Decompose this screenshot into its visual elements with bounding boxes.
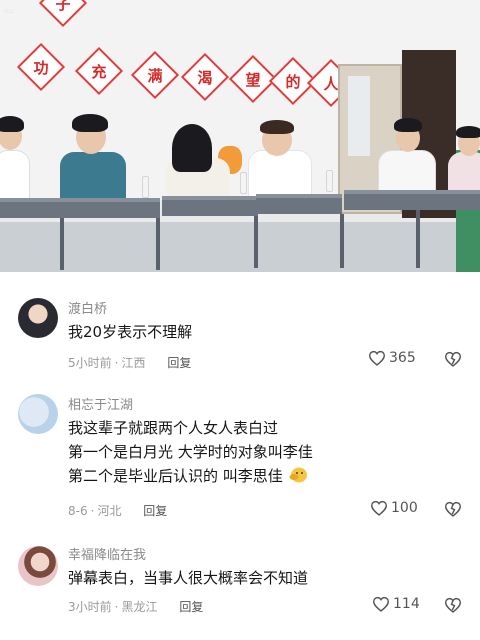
comment-section: 渡白桥 我20岁表示不理解 5小时前 · 江西 回复 365 相忘于江湖 我这辈子就… — [0, 272, 480, 640]
like-count: 114 — [393, 596, 420, 612]
comment-line: 弹幕表白，当事人很大概率会不知道 — [68, 569, 309, 587]
like-button[interactable]: 100 — [370, 500, 418, 516]
comment-text[interactable]: 我这辈子就跟两个人女人表白过 第一个是白月光 大学时的对象叫李佳 第二个是毕业后… — [68, 416, 313, 488]
comment-line: 第二个是毕业后认识的 叫李思佳 — [68, 464, 313, 488]
user-avatar[interactable] — [18, 546, 58, 586]
comment-location: 河北 — [97, 504, 122, 518]
like-button[interactable]: 365 — [368, 350, 416, 366]
comment-meta: 3小时前 · 黑龙江 回复 — [68, 600, 204, 614]
heart-outline-icon — [372, 596, 390, 612]
desk — [162, 196, 258, 216]
comment-text[interactable]: 弹幕表白，当事人很大概率会不知道 — [68, 566, 308, 590]
comment-line: 我这辈子就跟两个人女人表白过 — [68, 419, 279, 437]
desk-leg — [416, 210, 420, 268]
desk-leg — [60, 218, 64, 270]
desk-leg — [254, 216, 258, 268]
water-bottle — [326, 170, 333, 192]
user-avatar[interactable] — [18, 394, 58, 434]
comment-line-text: 第二个是毕业后认识的 叫李思佳 — [68, 467, 283, 485]
comment-location: 黑龙江 — [121, 600, 158, 614]
comment-time: 8-6 — [68, 504, 88, 518]
comment-line: 我20岁表示不理解 — [68, 323, 193, 341]
door-window — [348, 76, 370, 156]
comment-text[interactable]: 我20岁表示不理解 — [68, 320, 192, 344]
comment-meta: 8-6 · 河北 回复 — [68, 504, 168, 518]
desk — [0, 198, 160, 218]
thinking-face-emoji — [289, 467, 307, 483]
slogan-char: 功 — [33, 58, 49, 77]
slogan-char: 望 — [245, 70, 261, 89]
heart-outline-icon — [368, 350, 386, 366]
comment-location: 江西 — [121, 356, 146, 370]
water-bottle — [142, 176, 149, 198]
desk-leg — [156, 218, 160, 270]
comment-meta: 5小时前 · 江西 回复 — [68, 356, 192, 370]
comment-time: 5小时前 — [68, 356, 112, 370]
like-count: 365 — [389, 350, 416, 366]
broken-heart-icon[interactable] — [444, 351, 462, 367]
reply-button[interactable]: 回复 — [179, 600, 203, 614]
broken-heart-icon[interactable] — [444, 597, 462, 613]
like-count: 100 — [391, 500, 418, 516]
comment-time: 3小时前 — [68, 600, 112, 614]
desk-leg — [340, 214, 344, 268]
video-watermark: ... — [4, 4, 14, 15]
heart-outline-icon — [370, 500, 388, 516]
slogan-char: 渴 — [197, 68, 213, 87]
user-avatar[interactable] — [18, 298, 58, 338]
classroom-floor — [0, 222, 480, 272]
video-frame[interactable]: ... 子 功 充 满 渴 望 的 人 — [0, 0, 480, 272]
slogan-char: 充 — [91, 62, 107, 81]
slogan-char: 的 — [285, 72, 301, 91]
water-bottle — [240, 172, 247, 194]
desk — [344, 190, 480, 210]
desk — [256, 194, 342, 214]
reply-button[interactable]: 回复 — [167, 356, 191, 370]
broken-heart-icon[interactable] — [444, 501, 462, 517]
comment-username[interactable]: 渡白桥 — [68, 298, 107, 317]
comment-line: 第一个是白月光 大学时的对象叫李佳 — [68, 443, 313, 461]
slogan-char: 子 — [55, 0, 71, 13]
like-button[interactable]: 114 — [372, 596, 420, 612]
comment-username[interactable]: 相忘于江湖 — [68, 394, 133, 413]
slogan-char: 满 — [147, 66, 163, 85]
comment-username[interactable]: 幸福降临在我 — [68, 544, 146, 563]
reply-button[interactable]: 回复 — [143, 504, 167, 518]
